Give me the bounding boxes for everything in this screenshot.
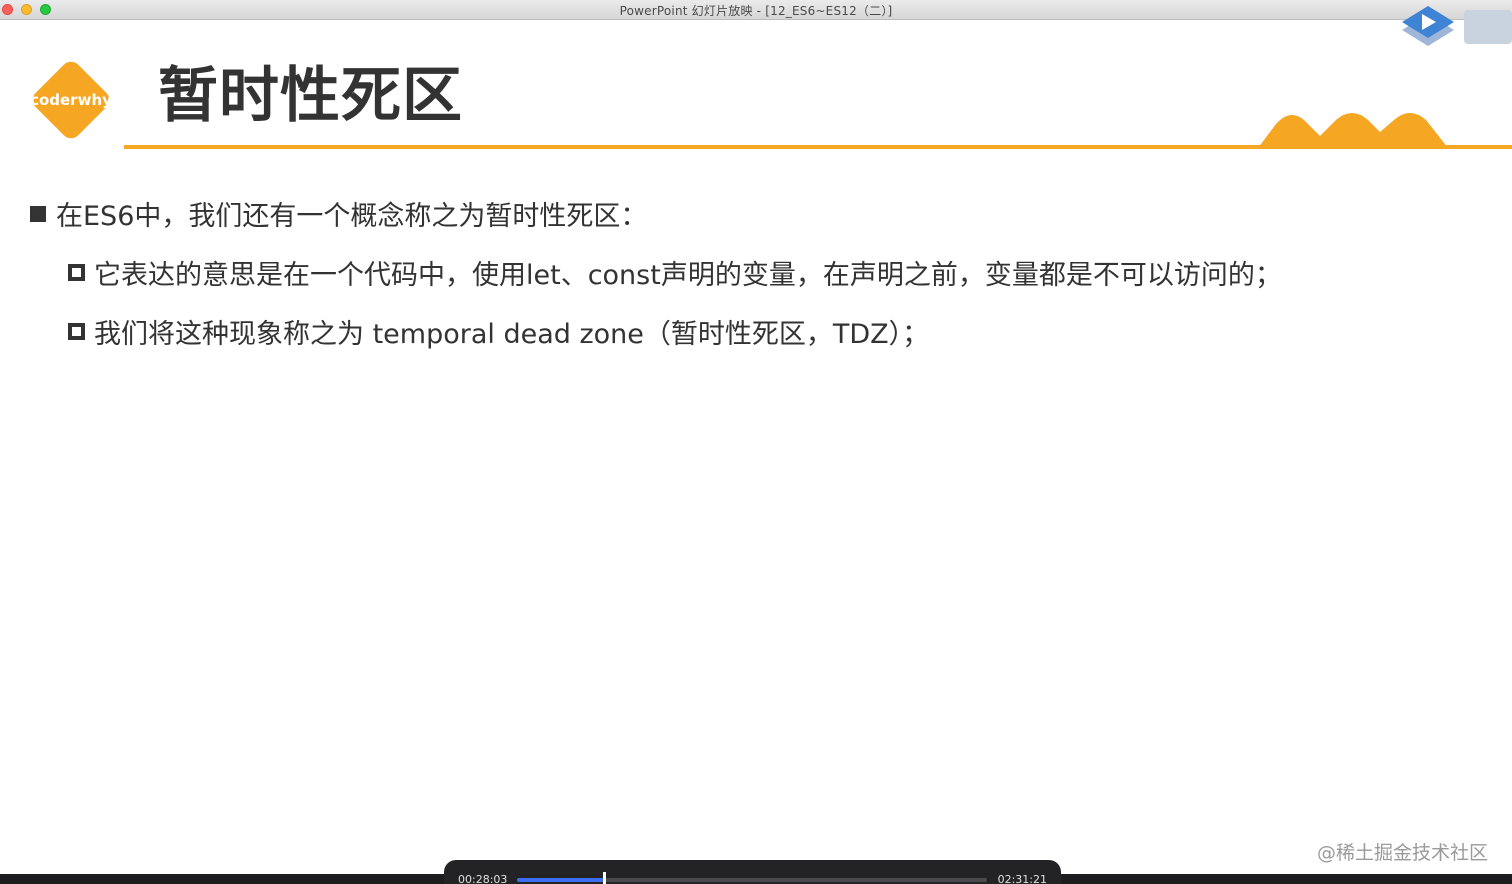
- header-divider: [124, 145, 1512, 149]
- progress-handle[interactable]: [602, 872, 606, 884]
- bullet-text: 我们将这种现象称之为 temporal dead zone（暂时性死区，TDZ）…: [94, 319, 930, 350]
- bullet-level2: 它表达的意思是在一个代码中，使用let、const声明的变量，在声明之前，变量都…: [68, 253, 1282, 292]
- play-triangle-brand-icon: [1402, 6, 1512, 46]
- bullet-level1: 在ES6中，我们还有一个概念称之为暂时性死区：: [30, 194, 647, 233]
- filled-square-bullet-icon: [30, 205, 46, 222]
- bullet-level2: 我们将这种现象称之为 temporal dead zone（暂时性死区，TDZ）…: [68, 312, 929, 351]
- video-player-bar: 00:28:03 02:31:21: [444, 860, 1061, 884]
- total-time: 02:31:21: [997, 873, 1047, 884]
- mountain-peaks-decoration: [1258, 113, 1448, 148]
- logo-text: coderwhy: [30, 91, 112, 109]
- watermark: @稀土掘金技术社区: [1316, 842, 1488, 864]
- hollow-square-bullet-icon: [68, 264, 85, 281]
- progress-slider[interactable]: [517, 872, 987, 884]
- window-title: PowerPoint 幻灯片放映 - [12_ES6~ES12（二）]: [619, 4, 893, 18]
- progress-fill: [517, 878, 604, 882]
- current-time: 00:28:03: [458, 873, 508, 884]
- coderwhy-logo: coderwhy: [30, 61, 112, 139]
- slide-title: 暂时性死区: [158, 61, 463, 131]
- slideshow-screen: PowerPoint 幻灯片放映 - [12_ES6~ES12（二）] code…: [0, 0, 1512, 884]
- hollow-square-bullet-icon: [68, 323, 85, 340]
- window-titlebar: PowerPoint 幻灯片放映 - [12_ES6~ES12（二）]: [0, 0, 1512, 20]
- bullet-text: 在ES6中，我们还有一个概念称之为暂时性死区：: [56, 201, 648, 232]
- bullet-text: 它表达的意思是在一个代码中，使用let、const声明的变量，在声明之前，变量都…: [94, 260, 1282, 291]
